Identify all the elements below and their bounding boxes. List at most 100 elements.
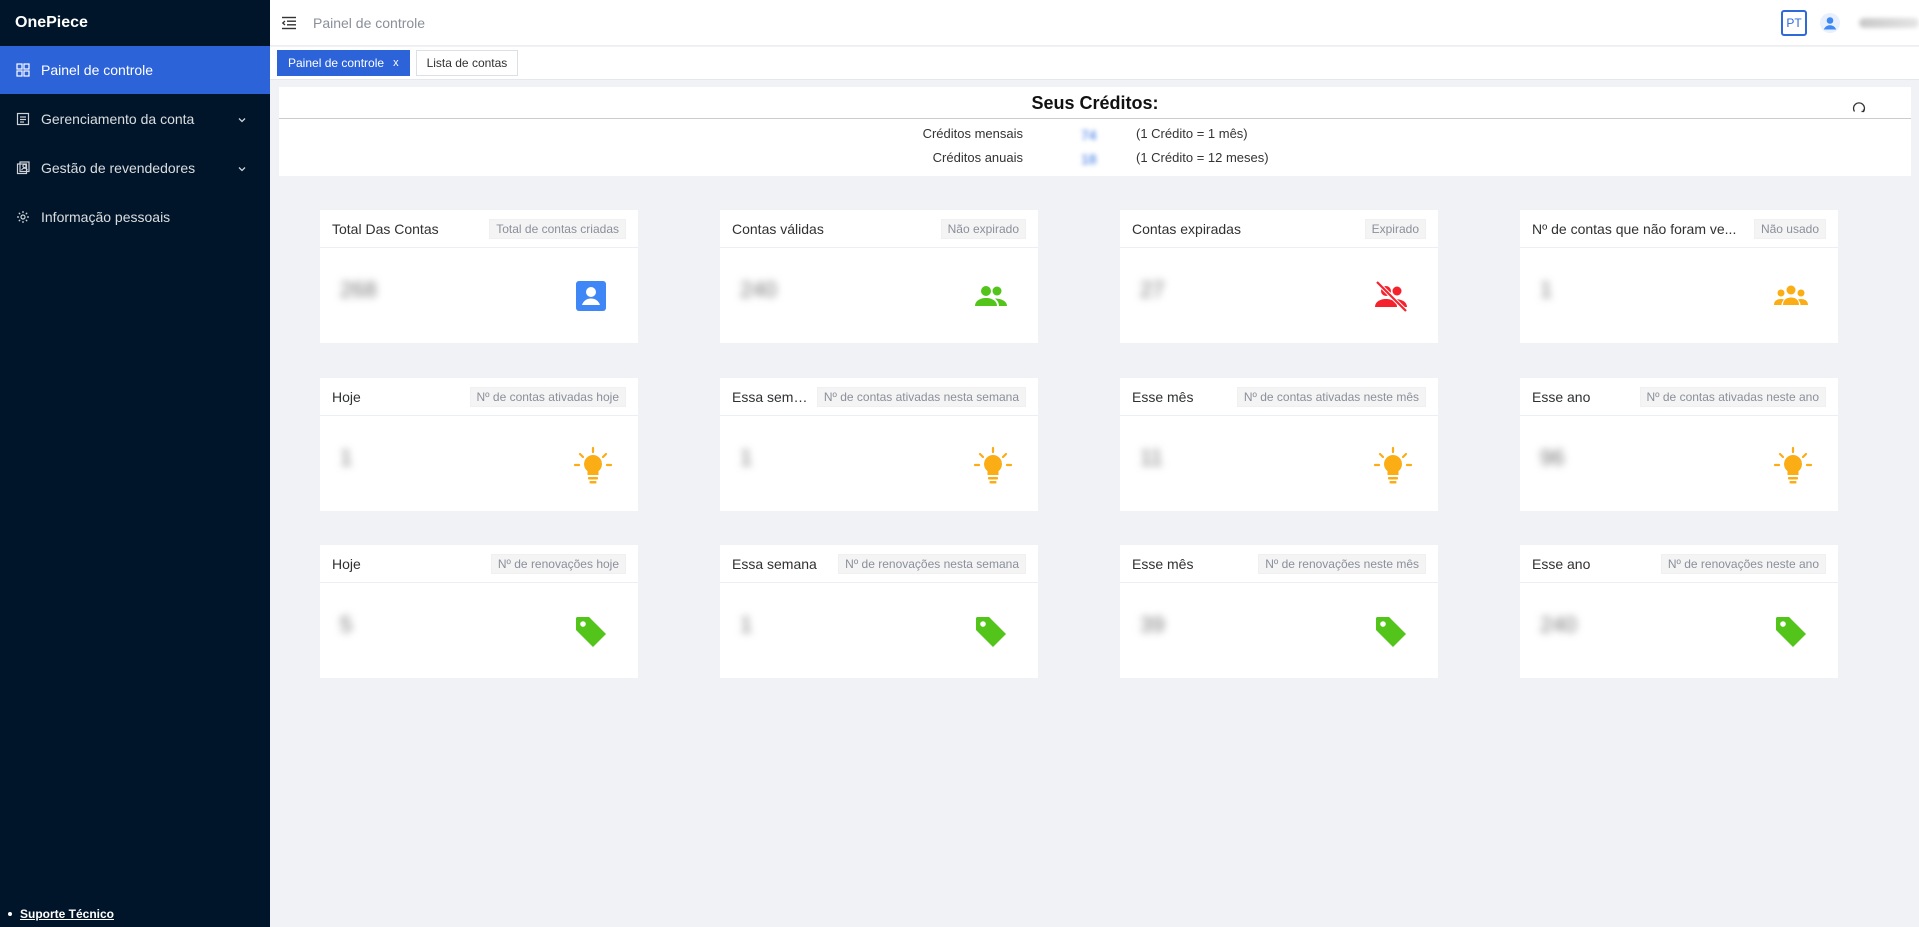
card-value-blurred: 240 xyxy=(740,277,777,302)
card-tag: Nº de contas ativadas nesta semana xyxy=(816,386,1026,407)
stat-card-activated-month: Esse mês Nº de contas ativadas neste mês… xyxy=(1120,378,1438,511)
user-avatar-icon[interactable] xyxy=(1819,12,1841,34)
card-title: Esse mês xyxy=(1132,555,1194,572)
sidebar-item-reseller-management[interactable]: Gestão de revendedores xyxy=(0,144,270,192)
menu-collapse-icon[interactable] xyxy=(281,16,297,30)
sidebar-item-label: Informação pessoais xyxy=(41,209,171,225)
header-right: PT xyxy=(1781,0,1919,46)
card-header: Contas expiradas Expirado xyxy=(1120,210,1438,248)
card-header: Contas válidas Não expirado xyxy=(720,210,1038,248)
annual-credits-value-blurred: 18 xyxy=(1081,151,1097,167)
card-title: Contas válidas xyxy=(732,220,824,237)
breadcrumb: Painel de controle xyxy=(313,14,426,31)
card-body: 240 xyxy=(1520,583,1838,678)
tab-label: Painel de controle xyxy=(288,56,385,70)
stat-card-valid-accounts: Contas válidas Não expirado 240 xyxy=(720,210,1038,343)
card-title: Hoje xyxy=(332,388,361,405)
stat-card-renewals-week: Essa semana Nº de renovações nesta seman… xyxy=(720,545,1038,678)
card-value-blurred: 1 xyxy=(340,445,353,470)
card-body: 5 xyxy=(320,583,638,678)
list-icon xyxy=(16,112,30,126)
sidebar: OnePiece Painel de controle Gerenciament… xyxy=(0,0,270,927)
annual-credits-label: Créditos anuais xyxy=(932,150,1023,165)
card-title: Contas expiradas xyxy=(1132,220,1241,237)
price-tag-icon xyxy=(1773,613,1809,649)
card-tag: Nº de contas ativadas neste mês xyxy=(1236,386,1426,407)
sidebar-item-label: Gestão de revendedores xyxy=(41,160,196,176)
card-value-blurred: 1 xyxy=(740,612,753,637)
sidebar-item-label: Gerenciamento da conta xyxy=(41,111,195,127)
support-link-row: Suporte Técnico xyxy=(8,907,114,921)
card-header: Hoje Nº de renovações hoje xyxy=(320,545,638,583)
card-title: Essa semana xyxy=(732,388,811,405)
stat-card-activated-today: Hoje Nº de contas ativadas hoje 1 xyxy=(320,378,638,511)
lightbulb-icon xyxy=(1773,446,1813,484)
card-header: Hoje Nº de contas ativadas hoje xyxy=(320,378,638,416)
tab-dashboard[interactable]: Painel de controle x xyxy=(277,50,410,76)
card-body: 1 xyxy=(720,416,1038,511)
stat-card-renewals-today: Hoje Nº de renovações hoje 5 xyxy=(320,545,638,678)
card-tag: Expirado xyxy=(1364,218,1426,239)
card-tag: Total de contas criadas xyxy=(489,218,626,239)
card-body: 11 xyxy=(1120,416,1438,511)
card-value-blurred: 96 xyxy=(1540,445,1565,470)
monthly-credits-label: Créditos mensais xyxy=(922,126,1023,141)
stat-card-activated-year: Esse ano Nº de contas ativadas neste ano… xyxy=(1520,378,1838,511)
username-blurred[interactable] xyxy=(1859,18,1919,28)
card-body: 96 xyxy=(1520,416,1838,511)
sidebar-item-dashboard[interactable]: Painel de controle xyxy=(0,46,270,94)
tab-label: Lista de contas xyxy=(426,56,508,70)
lightbulb-icon xyxy=(573,446,613,484)
card-value-blurred: 1 xyxy=(740,445,753,470)
sidebar-item-label: Painel de controle xyxy=(41,62,154,78)
stat-card-expired-accounts: Contas expiradas Expirado 27 xyxy=(1120,210,1438,343)
card-header: Total Das Contas Total de contas criadas xyxy=(320,210,638,248)
card-tag: Nº de contas ativadas hoje xyxy=(469,386,626,407)
card-tag: Nº de renovações hoje xyxy=(490,553,626,574)
lightbulb-icon xyxy=(973,446,1013,484)
stat-card-renewals-month: Esse mês Nº de renovações neste mês 39 xyxy=(1120,545,1438,678)
card-value-blurred: 5 xyxy=(340,612,353,637)
card-title: Total Das Contas xyxy=(332,220,439,237)
sidebar-menu: Painel de controle Gerenciamento da cont… xyxy=(0,46,270,241)
card-header: Esse ano Nº de contas ativadas neste ano xyxy=(1520,378,1838,416)
card-tag: Nº de renovações neste ano xyxy=(1660,553,1826,574)
card-value-blurred: 268 xyxy=(340,277,377,302)
person-badge-icon xyxy=(573,278,609,314)
price-tag-icon xyxy=(573,613,609,649)
card-title: Esse ano xyxy=(1532,555,1591,572)
card-header: Essa semana Nº de contas ativadas nesta … xyxy=(720,378,1038,416)
sidebar-item-account-management[interactable]: Gerenciamento da conta xyxy=(0,95,270,143)
top-header: Painel de controle PT xyxy=(270,0,1919,46)
card-title: Hoje xyxy=(332,555,361,572)
chevron-down-icon xyxy=(236,162,248,174)
card-body: 1 xyxy=(1520,248,1838,343)
tab-account-list[interactable]: Lista de contas xyxy=(415,50,519,76)
credits-panel: Seus Créditos: Créditos mensais 74 (1 Cr… xyxy=(279,87,1911,176)
gear-icon xyxy=(16,210,30,224)
card-tag: Nº de renovações neste mês xyxy=(1258,553,1426,574)
card-body: 268 xyxy=(320,248,638,343)
language-switch[interactable]: PT xyxy=(1781,10,1807,36)
support-link[interactable]: Suporte Técnico xyxy=(20,907,114,921)
lightbulb-icon xyxy=(1373,446,1413,484)
card-title: Esse ano xyxy=(1532,388,1591,405)
card-tag: Nº de contas ativadas neste ano xyxy=(1639,386,1826,407)
price-tag-icon xyxy=(973,613,1009,649)
card-body: 1 xyxy=(720,583,1038,678)
annual-credits-note: (1 Crédito = 12 meses) xyxy=(1136,150,1269,165)
card-title: Nº de contas que não foram ve... xyxy=(1532,220,1737,237)
groups-icon xyxy=(1773,278,1809,314)
monthly-credits-note: (1 Crédito = 1 mês) xyxy=(1136,126,1248,141)
card-header: Esse mês Nº de renovações neste mês xyxy=(1120,545,1438,583)
card-body: 1 xyxy=(320,416,638,511)
credits-title: Seus Créditos: xyxy=(279,87,1911,119)
card-value-blurred: 1 xyxy=(1540,277,1553,302)
card-title: Esse mês xyxy=(1132,388,1194,405)
card-body: 240 xyxy=(720,248,1038,343)
sidebar-item-personal-info[interactable]: Informação pessoais xyxy=(0,193,270,241)
card-value-blurred: 240 xyxy=(1540,612,1577,637)
refresh-icon[interactable] xyxy=(1852,101,1866,115)
close-icon[interactable]: x xyxy=(393,57,399,69)
card-tag: Nº de renovações nesta semana xyxy=(838,553,1026,574)
